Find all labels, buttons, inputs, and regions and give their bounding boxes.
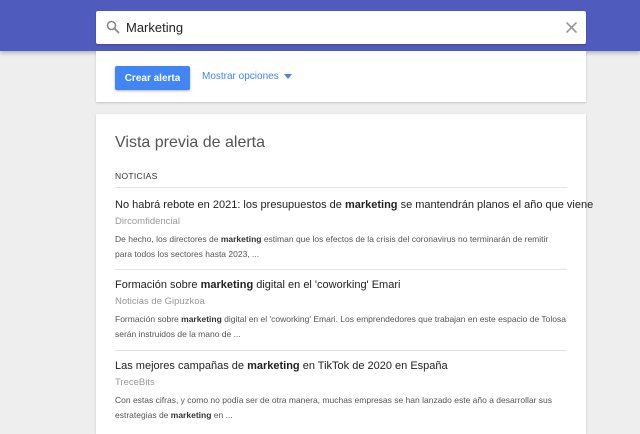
section-label: NOTICIAS <box>115 171 158 181</box>
preview-title: Vista previa de alerta <box>115 134 266 151</box>
news-title-link[interactable]: Las mejores campañas de marketing en Tik… <box>115 359 575 373</box>
top-bar <box>0 0 640 51</box>
news-item: Formación sobre marketing digital en el … <box>115 278 575 342</box>
divider <box>115 350 567 351</box>
close-icon[interactable] <box>565 21 578 34</box>
show-options-label: Mostrar opciones <box>202 71 279 82</box>
divider <box>115 187 567 188</box>
create-alert-button[interactable]: Crear alerta <box>115 66 190 90</box>
news-item: No habrá rebote en 2021: los presupuesto… <box>115 198 593 262</box>
show-options-toggle[interactable]: Mostrar opciones <box>202 71 292 85</box>
news-source: Noticias de Gipuzkoa <box>115 296 205 307</box>
news-snippet: Formación sobre marketing digital en el … <box>115 314 567 339</box>
news-item: Las mejores campañas de marketing en Tik… <box>115 359 575 423</box>
news-snippet: De hecho, los directores de marketing es… <box>115 234 549 259</box>
news-snippet: Con estas cifras, y como no podía ser de… <box>115 395 553 420</box>
alert-preview-card: Vista previa de alerta NOTICIAS No habrá… <box>96 114 593 434</box>
news-source: Dircomfidencial <box>115 216 180 227</box>
search-input[interactable] <box>126 11 546 44</box>
divider <box>115 269 567 270</box>
alert-options-card: Crear alerta Mostrar opciones <box>96 51 586 102</box>
news-title-link[interactable]: No habrá rebote en 2021: los presupuesto… <box>115 198 593 212</box>
caret-down-icon <box>283 73 292 79</box>
search-box[interactable] <box>96 11 586 44</box>
search-icon <box>106 20 120 34</box>
news-title-link[interactable]: Formación sobre marketing digital en el … <box>115 278 575 292</box>
news-source: TreceBits <box>115 377 155 388</box>
